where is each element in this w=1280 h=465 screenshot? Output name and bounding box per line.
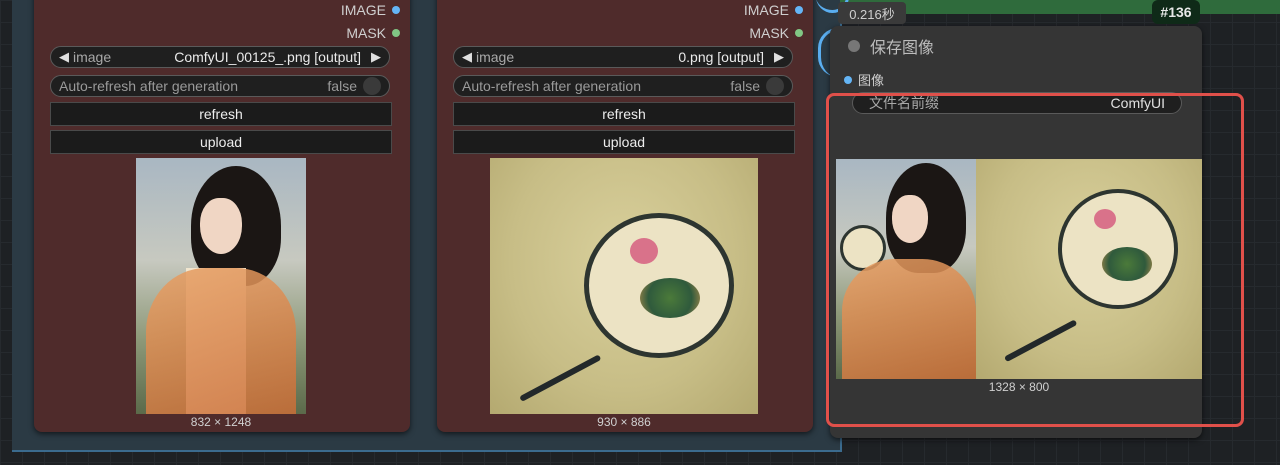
image-port-icon[interactable] [392,6,400,14]
output-label: MASK [346,25,386,41]
output-mask[interactable]: MASK [749,25,803,41]
node-title-text: 保存图像 [870,40,935,57]
output-label: IMAGE [743,2,789,18]
input-label: 图像 [858,73,885,88]
combo-label: image [73,49,112,65]
toggle-knob-icon[interactable] [363,77,381,95]
output-mask[interactable]: MASK [346,25,400,41]
auto-refresh-toggle[interactable]: Auto-refresh after generation false [50,75,390,97]
output-label: MASK [749,25,789,41]
mask-port-icon[interactable] [795,29,803,37]
auto-refresh-toggle[interactable]: Auto-refresh after generation false [453,75,793,97]
arrow-left-icon[interactable]: ◀ [59,49,69,65]
image-dimensions: 930 × 886 [597,415,651,429]
mask-port-icon[interactable] [392,29,400,37]
preview-image-girl [136,158,306,414]
output-label: IMAGE [340,2,386,18]
upload-button[interactable]: upload [50,130,392,154]
toggle-knob-icon[interactable] [766,77,784,95]
arrow-right-icon[interactable]: ▶ [774,49,784,65]
execution-time-badge: 0.216秒 [838,2,906,24]
combo-label: image [476,49,515,65]
upload-button[interactable]: upload [453,130,795,154]
image-port-icon[interactable] [844,75,852,84]
output-image[interactable]: IMAGE [341,2,400,18]
toggle-label: Auto-refresh after generation [462,78,641,94]
arrow-right-icon[interactable]: ▶ [371,49,381,65]
node-title: 保存图像 [848,34,934,58]
refresh-button[interactable]: refresh [453,102,795,126]
group-bar [840,0,1280,14]
collapse-dot-icon[interactable] [848,40,860,52]
toggle-value: false [730,78,760,94]
refresh-button[interactable]: refresh [50,102,392,126]
combo-value: ComfyUI_00125_.png [output] [174,49,361,65]
image-port-icon[interactable] [795,6,803,14]
input-image[interactable]: 图像 [844,70,884,89]
load-image-node-2[interactable]: IMAGE MASK ◀ image 0.png [output] ▶ Auto… [437,0,813,432]
node-id-badge: #136 [1152,0,1200,24]
image-combo[interactable]: ◀ image 0.png [output] ▶ [453,46,793,68]
combo-value: 0.png [output] [678,49,764,65]
toggle-label: Auto-refresh after generation [59,78,238,94]
image-combo[interactable]: ◀ image ComfyUI_00125_.png [output] ▶ [50,46,390,68]
toggle-value: false [327,78,357,94]
preview-image-fan [490,158,758,414]
output-image[interactable]: IMAGE [744,2,803,18]
load-image-node-1[interactable]: IMAGE MASK ◀ image ComfyUI_00125_.png [o… [34,0,410,432]
highlight-box [826,93,1244,427]
arrow-left-icon[interactable]: ◀ [462,49,472,65]
image-dimensions: 832 × 1248 [190,415,252,429]
